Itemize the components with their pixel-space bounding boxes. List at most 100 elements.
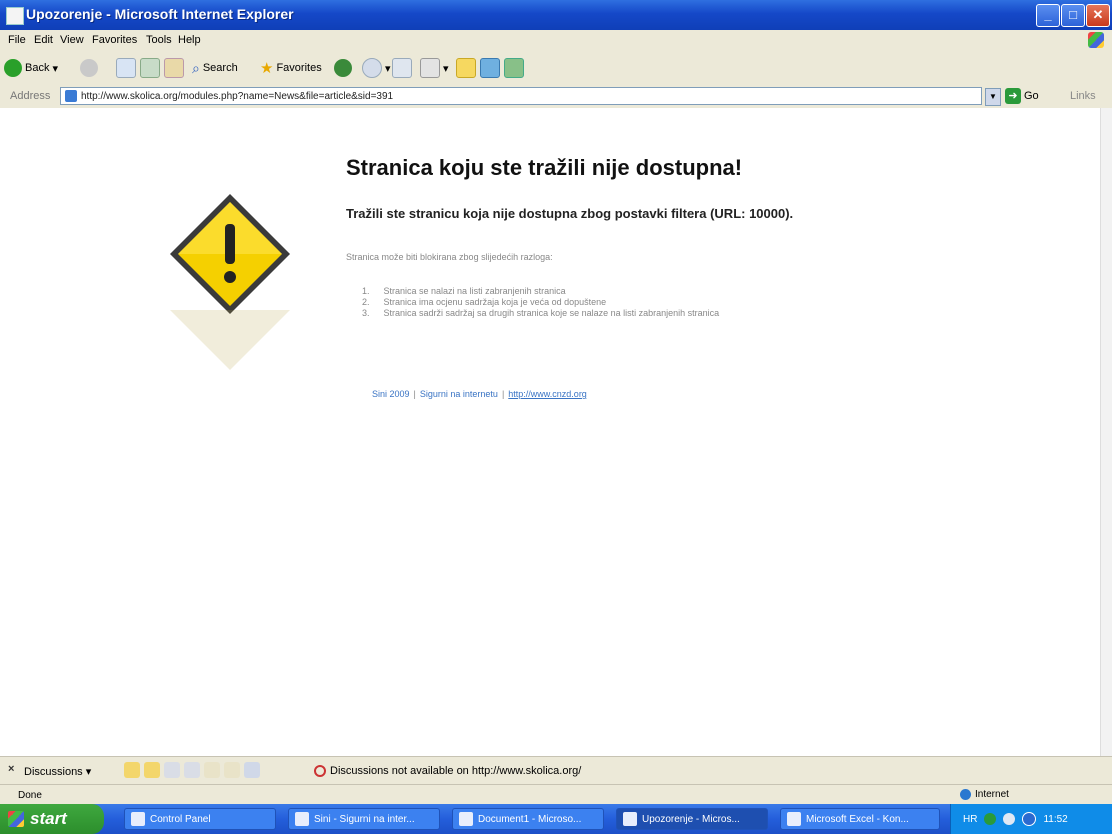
history-button[interactable]: ▾ <box>362 58 391 78</box>
taskbar-item-document1[interactable]: Document1 - Microso... <box>452 808 604 830</box>
warning-icon <box>170 194 290 314</box>
discussions-message: Discussions not available on http://www.… <box>330 765 582 777</box>
taskbar-item-sini[interactable]: Sini - Sigurni na inter... <box>288 808 440 830</box>
menu-bar: File Edit View Favorites Tools Help <box>0 30 1112 53</box>
expand-discussion-icon[interactable] <box>144 762 160 778</box>
discussions-status: Discussions not available on http://www.… <box>314 765 581 777</box>
search-button[interactable]: ⌕ Search <box>192 58 238 78</box>
menu-view[interactable]: View <box>60 34 84 46</box>
excel-icon <box>787 812 801 826</box>
messenger-button[interactable] <box>480 58 500 78</box>
address-bar: Address http://www.skolica.org/modules.p… <box>0 84 1112 109</box>
folder-button[interactable] <box>456 58 476 78</box>
favorites-button[interactable]: ★ Favorites <box>260 58 322 78</box>
back-button[interactable]: Back ▾ <box>4 58 58 78</box>
task-label: Sini - Sigurni na inter... <box>314 813 415 825</box>
language-indicator[interactable]: HR <box>963 814 977 825</box>
menu-file[interactable]: File <box>8 34 26 46</box>
mail-icon <box>392 58 412 78</box>
print-icon <box>420 58 440 78</box>
footer-link-cnzd[interactable]: http://www.cnzd.org <box>508 389 587 399</box>
list-number: 2. <box>362 297 370 307</box>
minimize-button[interactable]: _ <box>1036 4 1060 27</box>
home-icon <box>164 58 184 78</box>
home-button[interactable] <box>164 58 184 78</box>
list-item: 2. Stranica ima ocjenu sadržaja koja je … <box>362 297 719 308</box>
standard-toolbar: Back ▾ ⌕ Search ★ Favorites ▾ ▾ <box>0 52 1112 85</box>
subscribe-icon[interactable] <box>184 762 200 778</box>
security-zone: Internet <box>960 789 1009 800</box>
task-label: Microsoft Excel - Kon... <box>806 813 909 825</box>
chevron-down-icon: ▾ <box>52 62 58 75</box>
stop-button[interactable] <box>116 58 136 78</box>
tray-update-icon[interactable] <box>1022 812 1037 826</box>
word-icon <box>459 812 473 826</box>
refresh-button[interactable] <box>140 58 160 78</box>
star-icon: ★ <box>260 60 274 77</box>
discussions-tools <box>124 762 260 778</box>
menu-tools[interactable]: Tools <box>146 34 172 46</box>
globe-icon <box>960 789 971 800</box>
insert-discussion-icon[interactable] <box>124 762 140 778</box>
research-button[interactable] <box>504 58 524 78</box>
footer-separator: | <box>501 389 505 399</box>
start-button[interactable]: start <box>0 804 104 834</box>
footer-link-sini[interactable]: Sini 2009 <box>372 389 410 399</box>
go-button[interactable]: ➜ Go <box>1005 87 1039 105</box>
menu-edit[interactable]: Edit <box>34 34 53 46</box>
window-title: Upozorenje - Microsoft Internet Explorer <box>26 6 294 22</box>
favorites-label: Favorites <box>276 62 322 74</box>
list-item: 1. Stranica se nalazi na listi zabranjen… <box>362 286 719 297</box>
go-label: Go <box>1024 90 1039 102</box>
reason-intro: Stranica može biti blokirana zbog slijed… <box>346 252 553 262</box>
address-label: Address <box>10 90 51 102</box>
forward-arrow-icon <box>80 59 98 77</box>
maximize-button[interactable]: □ <box>1061 4 1085 27</box>
menu-favorites[interactable]: Favorites <box>92 34 137 46</box>
messenger-icon <box>480 58 500 78</box>
ie-icon <box>623 812 637 826</box>
list-number: 1. <box>362 286 370 296</box>
task-label: Control Panel <box>150 813 211 825</box>
address-input[interactable]: http://www.skolica.org/modules.php?name=… <box>60 87 982 105</box>
tray-shield-icon[interactable] <box>984 813 997 825</box>
tray-network-icon[interactable] <box>1003 813 1016 825</box>
media-icon <box>334 59 352 77</box>
mail-button[interactable] <box>392 58 412 78</box>
forward-button[interactable] <box>80 58 98 78</box>
ie-app-icon[interactable] <box>6 7 24 25</box>
search-label: Search <box>202 62 238 74</box>
discussions-menu-button[interactable]: Discussions ▾ <box>24 765 91 778</box>
status-bar: Done Internet <box>0 784 1112 805</box>
page-subtitle: Tražili ste stranicu koja nije dostupna … <box>346 206 794 221</box>
next-discussion-icon[interactable] <box>224 762 240 778</box>
footer-link-sigurni[interactable]: Sigurni na internetu <box>420 389 498 399</box>
media-button[interactable] <box>334 58 352 78</box>
close-button[interactable]: ✕ <box>1086 4 1110 27</box>
windows-flag-icon <box>8 811 24 827</box>
collapse-discussion-icon[interactable] <box>164 762 180 778</box>
menu-help[interactable]: Help <box>178 34 201 46</box>
search-icon: ⌕ <box>192 59 200 76</box>
vertical-scrollbar[interactable] <box>1100 108 1112 756</box>
address-dropdown-button[interactable]: ▼ <box>985 88 1001 106</box>
taskbar-item-upozorenje[interactable]: Upozorenje - Micros... <box>616 808 768 830</box>
previous-discussion-icon[interactable] <box>204 762 220 778</box>
title-bar[interactable]: Upozorenje - Microsoft Internet Explorer… <box>0 0 1112 30</box>
research-icon <box>504 58 524 78</box>
footer-links: Sini 2009 | Sigurni na internetu | http://ww… <box>372 389 587 399</box>
chevron-down-icon: ▾ <box>385 62 391 75</box>
show-discussion-pane-icon[interactable] <box>244 762 260 778</box>
print-button[interactable]: ▾ <box>420 58 449 78</box>
taskbar-item-excel[interactable]: Microsoft Excel - Kon... <box>780 808 940 830</box>
history-icon <box>362 58 382 78</box>
refresh-icon <box>140 58 160 78</box>
reason-list: 1. Stranica se nalazi na listi zabranjen… <box>362 286 719 319</box>
discussions-close-button[interactable]: × <box>8 763 14 775</box>
taskbar-item-control-panel[interactable]: Control Panel <box>124 808 276 830</box>
taskbar: start Control Panel Sini - Sigurni na in… <box>0 804 1112 834</box>
task-label: Upozorenje - Micros... <box>642 813 740 825</box>
list-text: Stranica se nalazi na listi zabranjenih … <box>383 286 566 296</box>
links-button[interactable]: Links <box>1070 90 1096 102</box>
windows-logo-icon <box>1088 32 1104 48</box>
